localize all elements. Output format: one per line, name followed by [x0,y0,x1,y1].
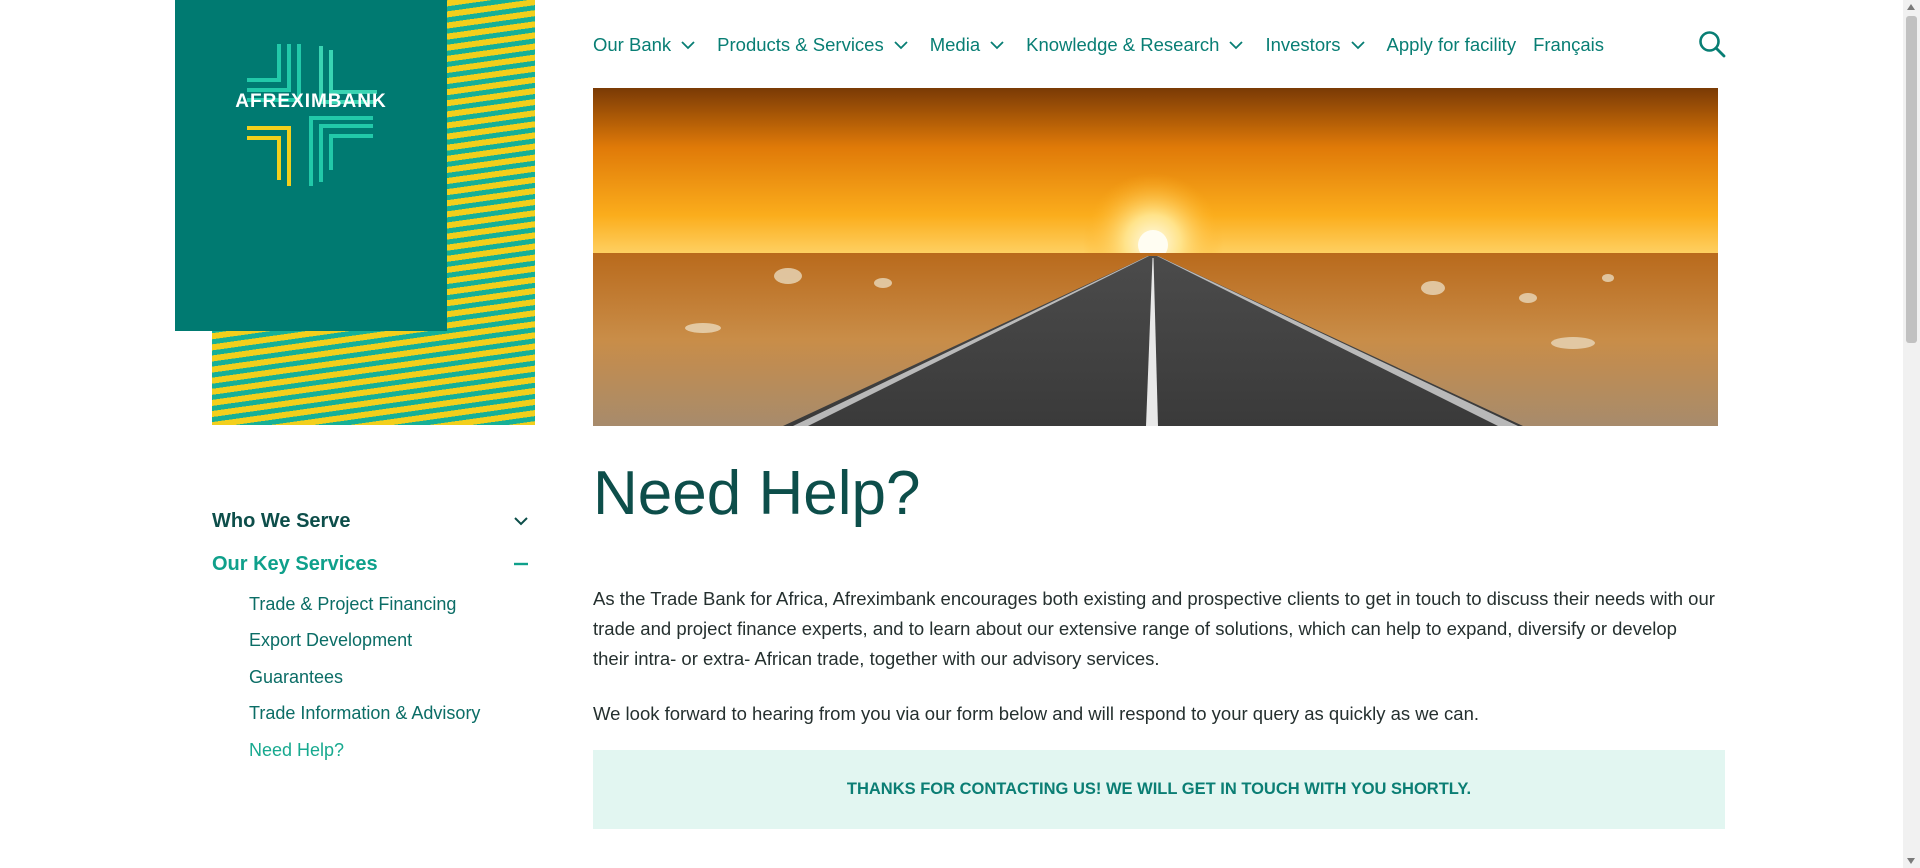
nav-our-bank[interactable]: Our Bank [593,34,695,56]
success-notice: THANKS FOR CONTACTING US! WE WILL GET IN… [593,750,1725,829]
nav-products-services[interactable]: Products & Services [717,34,908,56]
sidebar: Who We Serve Our Key Services Trade & Pr… [212,500,535,769]
nav-apply-for-facility[interactable]: Apply for facility [1387,34,1517,56]
sidebar-item-guarantees[interactable]: Guarantees [249,659,535,696]
nav-media[interactable]: Media [930,34,1004,56]
chevron-down-icon [1229,41,1244,50]
sidebar-item-who-we-serve[interactable]: Who We Serve [212,500,535,543]
intro-paragraph: As the Trade Bank for Africa, Afreximban… [593,588,1715,669]
chevron-down-icon [990,41,1004,50]
page-title: Need Help? [593,459,921,528]
scroll-up-arrow-icon[interactable] [1907,4,1915,10]
sidebar-item-label: Who We Serve [212,510,351,532]
nav-investors-label: Investors [1265,34,1341,55]
nav-language-francais[interactable]: Français [1533,34,1604,56]
nav-knowledge-research-label: Knowledge & Research [1026,34,1220,55]
scrollbar-thumb[interactable] [1906,16,1917,343]
nav-knowledge-research[interactable]: Knowledge & Research [1026,34,1244,56]
hero-image [593,88,1718,426]
search-icon[interactable] [1698,30,1726,58]
nav-investors[interactable]: Investors [1265,34,1365,56]
chevron-down-icon [894,41,908,50]
nav-products-services-label: Products & Services [717,34,884,55]
sidebar-item-need-help[interactable]: Need Help? [249,732,535,769]
collapse-minus-icon [514,562,528,566]
followup-paragraph: We look forward to hearing from you via … [593,703,1480,724]
main-navigation: Our Bank Products & Services Media Knowl… [593,30,1621,60]
vertical-scrollbar[interactable] [1903,0,1920,868]
nav-our-bank-label: Our Bank [593,34,672,55]
chevron-down-icon [514,517,528,526]
chevron-down-icon [681,41,695,50]
sidebar-item-export-development[interactable]: Export Development [249,623,535,660]
sidebar-item-our-key-services[interactable]: Our Key Services [212,543,535,586]
scroll-down-arrow-icon[interactable] [1907,858,1915,864]
chevron-down-icon [1350,41,1365,50]
success-notice-text: THANKS FOR CONTACTING US! WE WILL GET IN… [846,780,1472,798]
sidebar-item-label: Our Key Services [212,553,378,575]
sidebar-item-trade-information-advisory[interactable]: Trade Information & Advisory [249,696,535,733]
nav-media-label: Media [929,34,981,55]
afreximbank-logo-icon [247,44,377,186]
key-services-submenu: Trade & Project Financing Export Develop… [212,586,535,769]
logo-wordmark: AFREXIMBANK [235,91,387,112]
sidebar-item-trade-project-financing[interactable]: Trade & Project Financing [249,586,535,623]
